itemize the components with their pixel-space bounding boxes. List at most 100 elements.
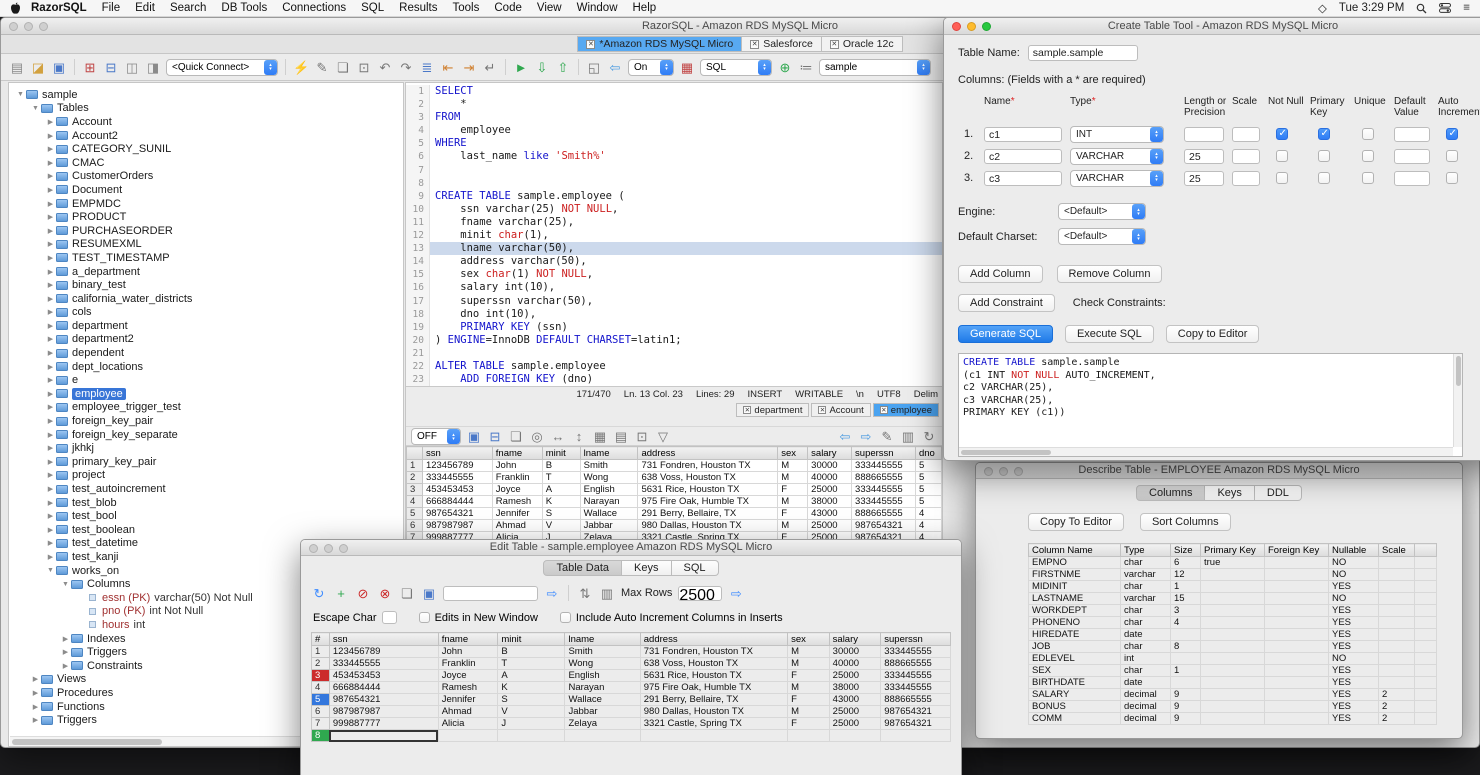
close-tab-icon[interactable]: ✕: [879, 406, 888, 414]
cell[interactable]: 987987987: [328, 705, 439, 718]
max-rows-input[interactable]: 2500: [678, 585, 723, 604]
cell[interactable]: 15: [1170, 592, 1201, 605]
tab-sql[interactable]: SQL: [671, 560, 719, 576]
prev-result-icon[interactable]: ⇦: [837, 430, 853, 443]
row-number[interactable]: 4: [406, 495, 423, 508]
go-icon[interactable]: ⇨: [544, 587, 560, 600]
cell[interactable]: [437, 729, 499, 742]
menu-sql[interactable]: SQL: [361, 2, 384, 14]
tree-arrow-icon[interactable]: ▶: [45, 118, 56, 126]
cell[interactable]: MIDINIT: [1028, 580, 1121, 593]
cell[interactable]: EDLEVEL: [1028, 652, 1121, 665]
cell[interactable]: PHONENO: [1028, 616, 1121, 629]
control-center-icon[interactable]: [1439, 3, 1452, 13]
wrap-lines-icon[interactable]: ↵: [482, 61, 498, 74]
cell[interactable]: M: [777, 471, 809, 484]
column-type-select[interactable]: VARCHAR ▴ ▾: [1070, 147, 1164, 165]
cell[interactable]: [1414, 700, 1437, 713]
cell[interactable]: NO: [1328, 556, 1379, 569]
cell[interactable]: 25000: [828, 717, 882, 730]
cell[interactable]: M: [777, 459, 809, 472]
cell[interactable]: [1414, 568, 1437, 581]
table-name-input[interactable]: sample.sample: [1027, 45, 1138, 61]
column-header-minit[interactable]: minit: [541, 446, 581, 460]
editor-line[interactable]: 21: [406, 346, 942, 360]
copy-to-editor-button[interactable]: Copy to Editor: [1165, 325, 1260, 343]
cell[interactable]: M: [777, 495, 809, 508]
tree-arrow-icon[interactable]: ▼: [45, 567, 56, 574]
refresh-icon[interactable]: ↻: [311, 587, 327, 600]
cell[interactable]: 1: [1170, 664, 1201, 677]
tree-item[interactable]: ▶ foreign_key_separate: [9, 428, 403, 442]
import-icon[interactable]: ⊞: [82, 61, 98, 74]
cell[interactable]: 987654321: [880, 717, 951, 730]
cell[interactable]: Smith: [579, 459, 639, 472]
export-results-icon[interactable]: ⊟: [487, 430, 503, 443]
close-tab-icon[interactable]: ✕: [829, 39, 839, 49]
edit-results-icon[interactable]: ✎: [879, 430, 895, 443]
result-tab[interactable]: ✕ department: [736, 403, 810, 417]
edit-sql-icon[interactable]: ✎: [314, 61, 330, 74]
execute-sql-button[interactable]: Execute SQL: [1064, 325, 1154, 343]
cell[interactable]: [1200, 688, 1265, 701]
tree-item[interactable]: ▶ a_department: [9, 265, 403, 279]
column-header-address[interactable]: address: [637, 446, 779, 460]
tree-arrow-icon[interactable]: ▶: [45, 376, 56, 384]
row-number[interactable]: 2: [406, 471, 423, 484]
cell[interactable]: FIRSTNME: [1028, 568, 1121, 581]
cell[interactable]: 731 Fondren, Houston TX: [639, 645, 789, 658]
cell[interactable]: WORKDEPT: [1028, 604, 1121, 617]
cell[interactable]: F: [787, 717, 830, 730]
close-window-button[interactable]: [952, 22, 961, 31]
copy-results-icon[interactable]: ❏: [508, 430, 524, 443]
cell[interactable]: F: [787, 669, 830, 682]
editor-language-select[interactable]: SQL ▴ ▾: [700, 58, 772, 76]
cell[interactable]: [1378, 592, 1415, 605]
scale-input[interactable]: [1232, 170, 1260, 186]
cell[interactable]: English: [564, 669, 641, 682]
cell[interactable]: 3: [1170, 604, 1201, 617]
edits-in-new-window-checkbox[interactable]: [418, 612, 430, 623]
tree-arrow-icon[interactable]: ▶: [45, 444, 56, 452]
cell[interactable]: [1200, 712, 1265, 725]
cell[interactable]: English: [579, 483, 639, 496]
tree-arrow-icon[interactable]: ▶: [60, 648, 71, 656]
unique-checkbox[interactable]: [1362, 128, 1374, 140]
engine-select[interactable]: <Default> ▴ ▾: [1058, 203, 1146, 220]
open-file-icon[interactable]: ◪: [30, 61, 46, 74]
cell[interactable]: Wallace: [564, 693, 641, 706]
zoom-window-button[interactable]: [1014, 466, 1023, 476]
cell[interactable]: [1264, 688, 1329, 701]
cell[interactable]: K: [541, 495, 581, 508]
cell[interactable]: int: [1120, 652, 1171, 665]
cell[interactable]: [1200, 628, 1265, 641]
tree-arrow-icon[interactable]: ▶: [45, 431, 56, 439]
cell[interactable]: F: [777, 507, 809, 520]
cell[interactable]: 30000: [828, 645, 882, 658]
menu-edit[interactable]: Edit: [135, 2, 155, 14]
default-value-input[interactable]: [1394, 170, 1430, 186]
cell[interactable]: F: [777, 483, 809, 496]
cell[interactable]: [1414, 688, 1437, 701]
tree-item[interactable]: ▶ cols: [9, 306, 403, 320]
tree-arrow-icon[interactable]: ▶: [45, 349, 56, 357]
cell[interactable]: 25000: [828, 705, 882, 718]
cell[interactable]: 888665555: [880, 693, 951, 706]
disconnect-icon[interactable]: ◨: [145, 61, 161, 74]
cell[interactable]: JOB: [1028, 640, 1121, 653]
menu-connections[interactable]: Connections: [282, 2, 346, 14]
cell[interactable]: 40000: [828, 657, 882, 670]
cell[interactable]: 5: [914, 483, 942, 496]
cell[interactable]: 453453453: [328, 669, 439, 682]
column-header-Primary Key[interactable]: Primary Key: [1200, 543, 1265, 557]
cell[interactable]: NO: [1328, 592, 1379, 605]
editor-line[interactable]: 1 SELECT: [406, 85, 942, 99]
row-number[interactable]: 8: [311, 729, 330, 742]
editor-line[interactable]: 8: [406, 176, 942, 190]
row-number[interactable]: 4: [311, 681, 330, 694]
cell[interactable]: 333445555: [851, 483, 916, 496]
zoom-window-button[interactable]: [39, 22, 48, 31]
cell[interactable]: Ahmad: [437, 705, 499, 718]
notification-center-icon[interactable]: ≡: [1463, 2, 1470, 14]
save-edits-icon[interactable]: ▣: [421, 587, 437, 600]
